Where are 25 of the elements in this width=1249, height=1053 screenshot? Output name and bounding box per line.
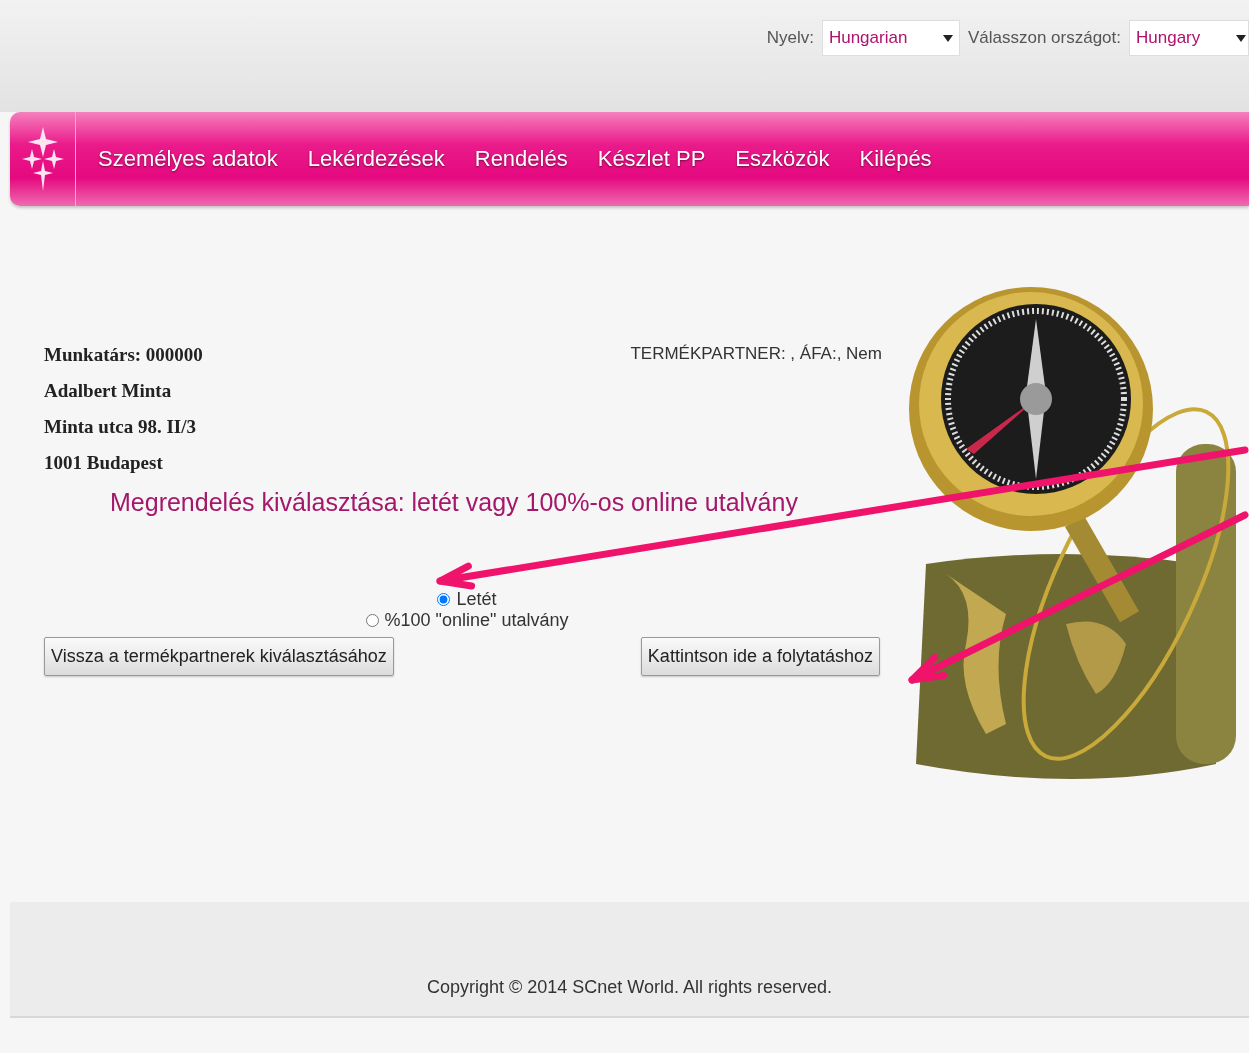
continue-button[interactable]: Kattintson ide a folytatáshoz (640, 637, 880, 676)
radio-label: Letét (456, 589, 497, 610)
section-heading: Megrendelés kiválasztása: letét vagy 100%-os online utalvány (110, 488, 799, 517)
radio-label: %100 "online" utalvány (384, 610, 569, 631)
nav-link[interactable]: Rendelés (474, 146, 568, 172)
country-label: Válasszon országot: (967, 27, 1121, 48)
back-button[interactable]: Vissza a termékpartnerek kiválasztásához (44, 637, 394, 676)
address-line: Munkatárs: 000000 (44, 344, 203, 366)
radio-button[interactable] (437, 593, 451, 606)
country-select[interactable]: Hungary (1129, 20, 1249, 56)
nav-link[interactable]: Személyes adatok (98, 146, 278, 172)
nav-link[interactable]: Kilépés (859, 146, 932, 172)
nav-link[interactable]: Lekérdezések (307, 146, 445, 172)
address-line: 1001 Budapest (44, 452, 164, 474)
radio-button[interactable] (365, 614, 379, 627)
language-select[interactable]: Hungarian (821, 20, 960, 56)
caret-icon (1236, 34, 1246, 42)
language-label: Nyelv: (766, 27, 814, 48)
partner-info: TERMÉKPARTNER: , ÁFA:, Nem (630, 344, 883, 365)
copyright-text: Copyright © 2014 SCnet World. All rights reserved. (426, 977, 833, 998)
address-line: Adalbert Minta (44, 380, 173, 402)
address-line: Minta utca 98. II/3 (44, 416, 197, 438)
caret-icon (942, 34, 953, 42)
nav-link[interactable]: Készlet PP (597, 146, 706, 172)
nav-link[interactable]: Eszközök (735, 146, 830, 172)
